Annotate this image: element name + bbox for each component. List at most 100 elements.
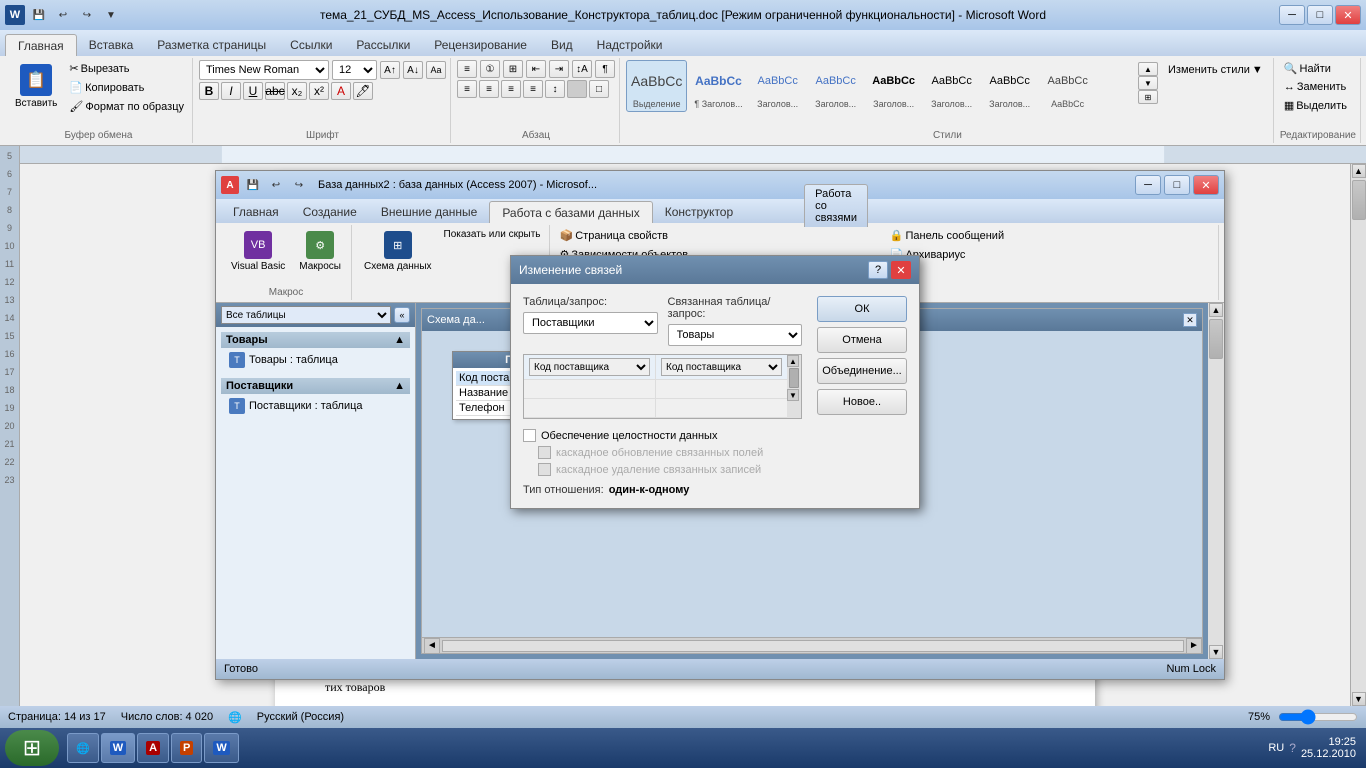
minimize-btn[interactable]: ─ <box>1279 5 1305 25</box>
access-tab-database-tools[interactable]: Работа с базами данных <box>489 201 652 224</box>
style-heading6[interactable]: AaBbCc Заголов... <box>982 60 1038 112</box>
italic-btn[interactable]: I <box>221 82 241 100</box>
change-styles-btn[interactable]: Изменить стили ▼ <box>1164 62 1267 78</box>
find-btn[interactable]: 🔍 Найти <box>1280 60 1335 77</box>
new-btn[interactable]: Новое.. <box>817 389 907 415</box>
clear-format-btn[interactable]: Aa <box>426 61 446 79</box>
style-heading1[interactable]: AaBbCc ¶ Заголов... <box>689 60 747 112</box>
field-scroll-up[interactable]: ▲ <box>787 355 799 367</box>
access-tab-external[interactable]: Внешние данные <box>369 201 490 223</box>
dialog-help-btn[interactable]: ? <box>868 261 888 279</box>
schema-close-btn[interactable]: ✕ <box>1183 313 1197 327</box>
strikethrough-btn[interactable]: abc <box>265 82 285 100</box>
tab-addons[interactable]: Надстройки <box>585 34 675 56</box>
bullets-btn[interactable]: ≡ <box>457 60 477 78</box>
ok-btn[interactable]: ОК <box>817 296 907 322</box>
visual-basic-btn[interactable]: VB Visual Basic <box>225 227 291 276</box>
undo-quick-btn[interactable]: ↩ <box>53 6 73 24</box>
access-maximize-btn[interactable]: □ <box>1164 175 1190 195</box>
field-scroll-down[interactable]: ▼ <box>787 389 799 401</box>
style-heading4[interactable]: AaBbCc Заголов... <box>866 60 922 112</box>
increase-font-btn[interactable]: A↑ <box>380 61 400 79</box>
suppliers-section-title[interactable]: Поставщики ▲ <box>221 378 410 394</box>
cut-btn[interactable]: ✂ Вырезать <box>65 60 188 77</box>
taskbar-powerpoint[interactable]: P <box>171 733 202 763</box>
highlight-btn[interactable]: 🖊 <box>353 82 373 100</box>
cancel-btn[interactable]: Отмена <box>817 327 907 353</box>
tab-view[interactable]: Вид <box>539 34 585 56</box>
tab-references[interactable]: Ссылки <box>278 34 344 56</box>
font-size-select[interactable]: 12 <box>332 60 377 80</box>
zoom-slider[interactable] <box>1278 709 1358 725</box>
field-left-select[interactable]: Код поставщика <box>529 358 650 376</box>
scroll-up-btn[interactable]: ▲ <box>1352 164 1366 178</box>
sort-btn[interactable]: ↕A <box>572 60 592 78</box>
align-center-btn[interactable]: ≡ <box>479 80 499 98</box>
sidebar-item-table2[interactable]: T Поставщики : таблица <box>221 396 410 416</box>
bold-btn[interactable]: B <box>199 82 219 100</box>
copy-btn[interactable]: 📄 Копировать <box>65 79 188 96</box>
tab-mailings[interactable]: Рассылки <box>344 34 422 56</box>
schema-scroll-left-btn[interactable]: ◄ <box>424 638 440 654</box>
style-heading2[interactable]: AaBbCc Заголов... <box>750 60 806 112</box>
multilevel-btn[interactable]: ⊞ <box>503 60 523 78</box>
justify-btn[interactable]: ≡ <box>523 80 543 98</box>
taskbar-word[interactable]: W <box>101 733 135 763</box>
sidebar-collapse-btn[interactable]: « <box>394 307 410 323</box>
field-right-select[interactable]: Код поставщика <box>661 358 782 376</box>
access-redo-btn[interactable]: ↪ <box>289 176 309 194</box>
close-btn[interactable]: ✕ <box>1335 5 1361 25</box>
style-heading5[interactable]: AaBbCc Заголов... <box>924 60 980 112</box>
access-tab-constructor[interactable]: Конструктор <box>653 201 745 223</box>
replace-btn[interactable]: ↔ Заменить <box>1280 79 1350 95</box>
align-right-btn[interactable]: ≡ <box>501 80 521 98</box>
paste-btn[interactable]: 📋 Вставить <box>9 60 63 113</box>
work-tab[interactable]: Работа со связями <box>804 184 868 227</box>
font-color-btn[interactable]: A <box>331 82 351 100</box>
macros-btn[interactable]: ⚙ Макросы <box>293 227 347 276</box>
start-button[interactable]: ⊞ <box>5 730 59 766</box>
font-name-select[interactable]: Times New Roman <box>199 60 329 80</box>
show-marks-btn[interactable]: ¶ <box>595 60 615 78</box>
all-tables-select[interactable]: Все таблицы <box>221 306 391 324</box>
save-quick-btn[interactable]: 💾 <box>29 6 49 24</box>
encrypt-btn[interactable]: 🔒 Панель сообщений <box>886 227 1214 244</box>
borders-btn[interactable]: □ <box>589 80 609 98</box>
archiver-btn[interactable]: 📦 Страница свойств <box>556 227 884 244</box>
scroll-down-btn[interactable]: ▼ <box>1352 692 1366 706</box>
integrity-checkbox[interactable] <box>523 429 536 442</box>
show-hide-btn[interactable]: Показать или скрыть <box>440 227 545 242</box>
select-btn[interactable]: ▦ Выделить <box>1280 97 1351 114</box>
taskbar-explorer[interactable]: 🌐 <box>67 733 99 763</box>
styles-down-btn[interactable]: ▼ <box>1138 76 1158 90</box>
tables-section-title[interactable]: Товары ▲ <box>221 332 410 348</box>
format-painter-btn[interactable]: 🖌 Формат по образцу <box>65 98 188 115</box>
access-close-btn[interactable]: ✕ <box>1193 175 1219 195</box>
line-spacing-btn[interactable]: ↕ <box>545 80 565 98</box>
cascade-delete-checkbox[interactable] <box>538 463 551 476</box>
tab-review[interactable]: Рецензирование <box>422 34 539 56</box>
access-save-btn[interactable]: 💾 <box>243 176 263 194</box>
tab-home[interactable]: Главная <box>5 34 77 57</box>
styles-up-btn[interactable]: ▲ <box>1138 62 1158 76</box>
join-btn[interactable]: Объединение... <box>817 358 907 384</box>
schema-btn[interactable]: ⊞ Схема данных <box>358 227 438 276</box>
decrease-font-btn[interactable]: A↓ <box>403 61 423 79</box>
sidebar-item-table1[interactable]: T Товары : таблица <box>221 350 410 370</box>
table-select[interactable]: Поставщики <box>523 312 658 334</box>
cascade-update-checkbox[interactable] <box>538 446 551 459</box>
style-heading3[interactable]: AaBbCc Заголов... <box>808 60 864 112</box>
schema-scroll-right-btn[interactable]: ► <box>1186 638 1202 654</box>
maximize-btn[interactable]: □ <box>1307 5 1333 25</box>
access-tab-create[interactable]: Создание <box>291 201 369 223</box>
align-left-btn[interactable]: ≡ <box>457 80 477 98</box>
outdent-btn[interactable]: ⇤ <box>526 60 546 78</box>
underline-btn[interactable]: U <box>243 82 263 100</box>
access-scroll-thumb[interactable] <box>1209 319 1223 359</box>
tab-insert[interactable]: Вставка <box>77 34 146 56</box>
style-normal[interactable]: AaBbCc Выделение <box>626 60 687 112</box>
indent-btn[interactable]: ⇥ <box>549 60 569 78</box>
styles-all-btn[interactable]: ⊞ <box>1138 90 1158 104</box>
tab-layout[interactable]: Разметка страницы <box>145 34 278 56</box>
shading-btn[interactable] <box>567 80 587 98</box>
